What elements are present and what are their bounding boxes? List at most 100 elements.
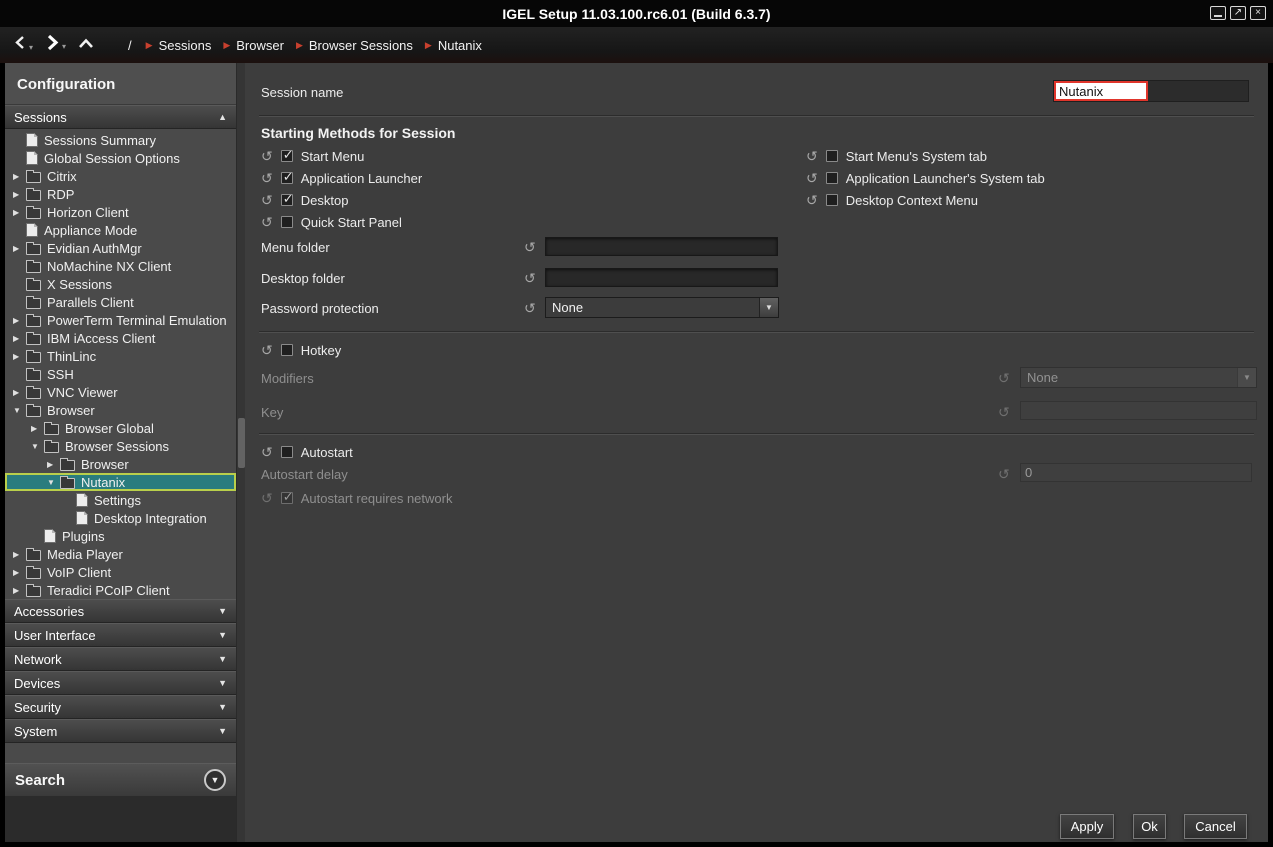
reset-to-default-icon[interactable]: ↺ bbox=[524, 301, 536, 315]
sidebar-section-header[interactable]: Network ▼ bbox=[5, 647, 236, 671]
tree-expand-icon[interactable] bbox=[13, 334, 26, 343]
sidebar-section-header[interactable]: System ▼ bbox=[5, 719, 236, 743]
tree-item[interactable]: Citrix bbox=[5, 167, 236, 185]
tree-expand-icon[interactable] bbox=[13, 388, 26, 397]
tree-expand-icon[interactable] bbox=[13, 568, 26, 577]
reset-to-default-icon[interactable]: ↺ bbox=[261, 193, 273, 207]
tree-item[interactable]: Settings bbox=[5, 491, 236, 509]
reset-to-default-icon[interactable]: ↺ bbox=[261, 445, 273, 459]
tree-item[interactable]: Sessions Summary bbox=[5, 131, 236, 149]
tree-expand-icon[interactable] bbox=[13, 406, 26, 415]
tree-item[interactable]: Teradici PCoIP Client bbox=[5, 581, 236, 599]
tree-item[interactable]: ThinLinc bbox=[5, 347, 236, 365]
checkbox[interactable] bbox=[281, 172, 293, 184]
close-icon[interactable]: × bbox=[1250, 6, 1266, 20]
tree-item[interactable]: Global Session Options bbox=[5, 149, 236, 167]
tree-item[interactable]: RDP bbox=[5, 185, 236, 203]
breadcrumb-item[interactable]: ▶ Nutanix bbox=[425, 38, 482, 53]
tree-item[interactable]: Appliance Mode bbox=[5, 221, 236, 239]
tree-expand-icon[interactable] bbox=[13, 352, 26, 361]
dropdown-arrow-icon[interactable]: ▼ bbox=[759, 298, 778, 317]
autostart-checkbox[interactable] bbox=[281, 446, 293, 458]
tree-item[interactable]: Nutanix bbox=[5, 473, 236, 491]
tree-item[interactable]: Plugins bbox=[5, 527, 236, 545]
hotkey-checkbox[interactable] bbox=[281, 344, 293, 356]
tree-item[interactable]: Desktop Integration bbox=[5, 509, 236, 527]
tree-expand-icon[interactable] bbox=[31, 442, 44, 451]
breadcrumb-item[interactable]: ▶ Browser Sessions bbox=[296, 38, 413, 53]
tree-expand-icon[interactable] bbox=[13, 172, 26, 181]
breadcrumb-label: Browser bbox=[236, 38, 284, 53]
reset-to-default-icon[interactable]: ↺ bbox=[261, 171, 273, 185]
breadcrumb-arrow-icon: ▶ bbox=[146, 40, 153, 51]
sidebar-section-header[interactable]: Devices ▼ bbox=[5, 671, 236, 695]
tree-expand-icon[interactable] bbox=[13, 244, 26, 253]
tree-item[interactable]: NoMachine NX Client bbox=[5, 257, 236, 275]
reset-to-default-icon: ↺ bbox=[998, 371, 1010, 385]
up-icon[interactable] bbox=[78, 36, 94, 54]
tree-item[interactable]: Browser bbox=[5, 455, 236, 473]
breadcrumb-item[interactable]: ▶ Browser bbox=[223, 38, 284, 53]
sidebar-section-header[interactable]: Accessories ▼ bbox=[5, 599, 236, 623]
checkbox[interactable] bbox=[281, 216, 293, 228]
tree-expand-icon[interactable] bbox=[31, 424, 44, 433]
reset-to-default-icon[interactable]: ↺ bbox=[806, 193, 818, 207]
tree-expand-icon[interactable] bbox=[13, 208, 26, 217]
back-history-caret-icon[interactable]: ▾ bbox=[29, 43, 33, 52]
password-protection-dropdown[interactable]: None ▼ bbox=[545, 297, 779, 318]
tree-item[interactable]: Browser Global bbox=[5, 419, 236, 437]
scrollbar-thumb[interactable] bbox=[238, 418, 245, 468]
cancel-button[interactable]: Cancel bbox=[1184, 814, 1247, 839]
tree-expand-icon[interactable] bbox=[47, 478, 60, 487]
checkbox[interactable] bbox=[281, 194, 293, 206]
tree-item[interactable]: VNC Viewer bbox=[5, 383, 236, 401]
reset-to-default-icon[interactable]: ↺ bbox=[806, 149, 818, 163]
sidebar-scrollbar[interactable] bbox=[236, 63, 245, 842]
tree-expand-icon[interactable] bbox=[13, 190, 26, 199]
checkbox[interactable] bbox=[281, 150, 293, 162]
tree-expand-icon[interactable] bbox=[47, 460, 60, 469]
search-bar[interactable]: Search ▼ bbox=[5, 763, 236, 796]
tree-item[interactable]: X Sessions bbox=[5, 275, 236, 293]
menu-folder-input[interactable] bbox=[545, 237, 778, 256]
tree-item[interactable]: Evidian AuthMgr bbox=[5, 239, 236, 257]
sidebar-section-sessions[interactable]: Sessions ▲ bbox=[5, 105, 236, 129]
tree-expand-icon[interactable] bbox=[13, 586, 26, 595]
tree-item[interactable]: IBM iAccess Client bbox=[5, 329, 236, 347]
tree-item[interactable]: Browser Sessions bbox=[5, 437, 236, 455]
tree-expand-icon[interactable] bbox=[13, 316, 26, 325]
tree-item[interactable]: Horizon Client bbox=[5, 203, 236, 221]
reset-to-default-icon[interactable]: ↺ bbox=[806, 171, 818, 185]
checkbox[interactable] bbox=[826, 150, 838, 162]
tree-item[interactable]: VoIP Client bbox=[5, 563, 236, 581]
maximize-icon[interactable]: ↗ bbox=[1230, 6, 1246, 20]
forward-icon[interactable] bbox=[45, 34, 60, 56]
tree-item[interactable]: SSH bbox=[5, 365, 236, 383]
tree-item-label: VoIP Client bbox=[47, 565, 111, 580]
sidebar-section-header[interactable]: User Interface ▼ bbox=[5, 623, 236, 647]
forward-history-caret-icon[interactable]: ▾ bbox=[62, 42, 66, 51]
tree-item[interactable]: Media Player bbox=[5, 545, 236, 563]
checkbox[interactable] bbox=[826, 172, 838, 184]
back-icon[interactable] bbox=[14, 35, 27, 55]
tree-item[interactable]: Browser bbox=[5, 401, 236, 419]
autostart-network-label: Autostart requires network bbox=[301, 491, 453, 506]
sidebar-section-header[interactable]: Security ▼ bbox=[5, 695, 236, 719]
checkbox[interactable] bbox=[826, 194, 838, 206]
tree-item[interactable]: Parallels Client bbox=[5, 293, 236, 311]
reset-to-default-icon[interactable]: ↺ bbox=[261, 149, 273, 163]
search-expand-button[interactable]: ▼ bbox=[204, 769, 226, 791]
minimize-icon[interactable] bbox=[1210, 6, 1226, 20]
tree-item[interactable]: PowerTerm Terminal Emulation bbox=[5, 311, 236, 329]
ok-button[interactable]: Ok bbox=[1133, 814, 1166, 839]
checkbox-label: Start Menu's System tab bbox=[846, 149, 987, 164]
session-name-input[interactable] bbox=[1054, 81, 1148, 101]
reset-to-default-icon[interactable]: ↺ bbox=[524, 271, 536, 285]
reset-to-default-icon[interactable]: ↺ bbox=[261, 343, 273, 357]
reset-to-default-icon[interactable]: ↺ bbox=[261, 215, 273, 229]
desktop-folder-input[interactable] bbox=[545, 268, 778, 287]
reset-to-default-icon[interactable]: ↺ bbox=[524, 240, 536, 254]
breadcrumb-item[interactable]: ▶ Sessions bbox=[146, 38, 212, 53]
tree-expand-icon[interactable] bbox=[13, 550, 26, 559]
apply-button[interactable]: Apply bbox=[1060, 814, 1114, 839]
